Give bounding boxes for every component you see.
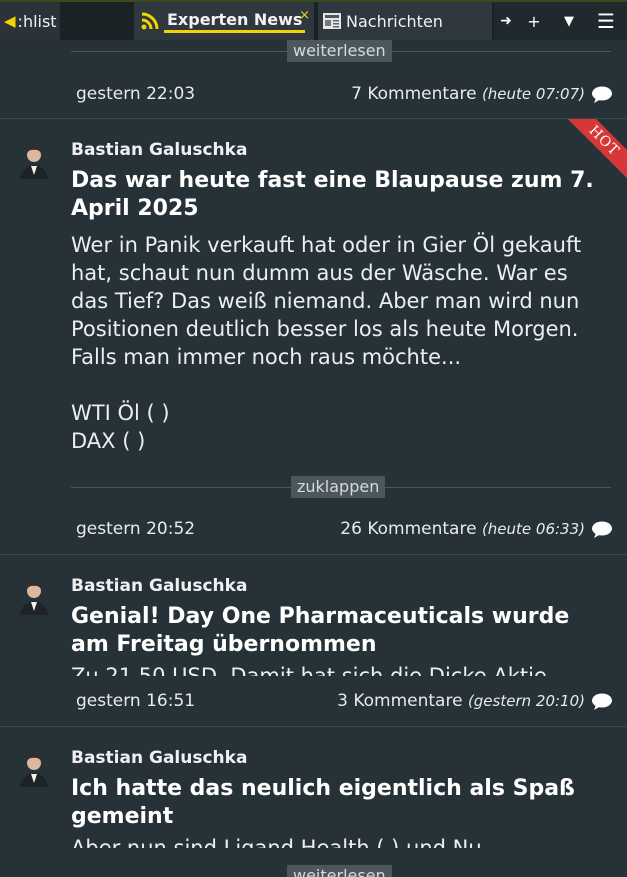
ticker-wti[interactable]: WTI Öl ( ): [71, 399, 611, 427]
read-more-button[interactable]: weiterlesen: [287, 40, 392, 62]
forward-arrow-icon[interactable]: ➜: [496, 2, 516, 40]
add-tab-icon[interactable]: +: [524, 2, 544, 40]
comments-count: 7 Kommentare: [351, 84, 477, 104]
post-divider: [0, 554, 627, 555]
read-more-button[interactable]: weiterlesen: [287, 865, 392, 877]
post-author[interactable]: Bastian Galuschka: [71, 140, 247, 160]
comment-bubble-icon[interactable]: [591, 86, 613, 103]
post-time: gestern 22:03: [76, 84, 196, 104]
comments-count: 26 Kommentare: [340, 519, 477, 539]
tab-experten-news[interactable]: Experten News ×: [134, 2, 314, 40]
newspaper-icon: [323, 13, 341, 29]
body-line: Wer in Panik verkauft hat oder in Gier Ö…: [71, 233, 582, 257]
post-body: Wer in Panik verkauft hat oder in Gier Ö…: [71, 231, 611, 455]
tab-bar: ◀ :hlist Experten News × Nachrichten ➜ +…: [0, 0, 627, 40]
comment-bubble-icon[interactable]: [591, 521, 613, 538]
post-divider: [0, 118, 627, 119]
body-line: das Tief? Das weiß niemand. Aber man wir…: [71, 289, 580, 313]
collapse-button[interactable]: zuklappen: [291, 476, 386, 498]
post-body: Aber nun sind Ligand Health ( ) und Nu: [71, 836, 482, 848]
menu-icon[interactable]: ☰: [594, 2, 618, 40]
body-line: Falls man immer noch raus möchte...: [71, 345, 462, 369]
dropdown-icon[interactable]: ▼: [558, 2, 580, 40]
body-line: hat, schaut nun dumm aus der Wäsche. War…: [71, 261, 568, 285]
post-body-clip: Aber nun sind Ligand Health ( ) und Nu: [71, 834, 611, 848]
comments-link[interactable]: 3 Kommentare (gestern 20:10): [337, 691, 585, 711]
tab-watchlist-label: :hlist: [17, 11, 57, 31]
body-line: Positionen deutlich besser los als heute…: [71, 317, 579, 341]
close-tab-icon[interactable]: ×: [299, 8, 310, 23]
comments-count: 3 Kommentare: [337, 691, 463, 711]
post-author[interactable]: Bastian Galuschka: [71, 748, 247, 768]
rss-icon: [141, 12, 159, 30]
fold-button-clip: weiterlesen: [287, 865, 395, 877]
comment-bubble-icon[interactable]: [591, 693, 613, 710]
back-arrow-icon[interactable]: ◀: [4, 12, 16, 30]
tab-watchlist[interactable]: ◀ :hlist: [0, 2, 60, 40]
author-avatar[interactable]: [14, 139, 54, 179]
tab-nachrichten[interactable]: Nachrichten: [318, 2, 492, 40]
post-body-clip: Zu 21,50 USD. Damit hat sich die Dicke A…: [71, 662, 611, 676]
post-title[interactable]: Genial! Day One Pharmaceuticals wurde am…: [71, 603, 611, 659]
post-author[interactable]: Bastian Galuschka: [71, 576, 247, 596]
tab-experten-news-label: Experten News: [164, 10, 306, 33]
post-divider: [0, 726, 627, 727]
comments-link[interactable]: 7 Kommentare (heute 07:07): [351, 84, 585, 104]
comments-link[interactable]: 26 Kommentare (heute 06:33): [340, 519, 585, 539]
comments-last: (gestern 20:10): [467, 692, 585, 710]
comments-last: (heute 06:33): [481, 520, 585, 538]
post-time: gestern 16:51: [76, 691, 196, 711]
ticker-dax[interactable]: DAX ( ): [71, 427, 611, 455]
post-body: Zu 21,50 USD. Damit hat sich die Dicke A…: [71, 664, 547, 676]
author-avatar[interactable]: [14, 747, 54, 787]
comments-last: (heute 07:07): [481, 85, 585, 103]
post-time: gestern 20:52: [76, 519, 196, 539]
author-avatar[interactable]: [14, 575, 54, 615]
post-title[interactable]: Das war heute fast eine Blaupause zum 7.…: [71, 167, 611, 223]
tab-nachrichten-label: Nachrichten: [346, 11, 443, 31]
post-title[interactable]: Ich hatte das neulich eigentlich als Spa…: [71, 775, 611, 831]
